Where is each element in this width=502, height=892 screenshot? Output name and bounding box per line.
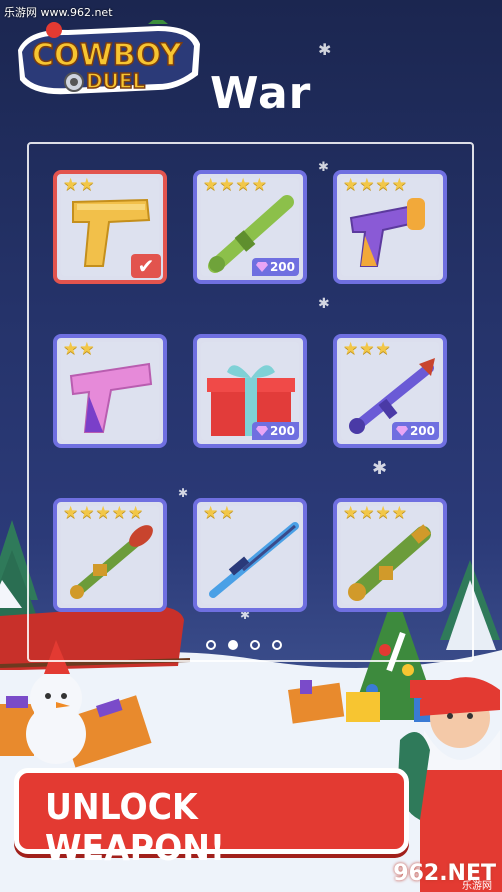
gem-icon — [255, 262, 268, 272]
snowflake-icon: ✱ — [318, 40, 332, 59]
star-icon: ★ — [95, 503, 111, 523]
checkmark-icon: ✔ — [131, 254, 161, 278]
star-icon: ★ — [219, 503, 235, 523]
price-badge: 200 — [251, 422, 299, 440]
price-badge: 200 — [391, 422, 439, 440]
page-indicator[interactable] — [206, 640, 282, 650]
star-icon: ★ — [203, 175, 219, 195]
page-title: War — [210, 68, 312, 119]
page-dot[interactable] — [206, 640, 216, 650]
star-rating: ★ ★ — [63, 177, 95, 194]
green-rpg-icon — [63, 520, 159, 604]
svg-text:COWBOY: COWBOY — [32, 38, 183, 73]
cowboy-duel-logo: COWBOY DUEL — [18, 20, 200, 95]
star-icon: ★ — [63, 339, 79, 359]
green-launcher-icon — [343, 520, 439, 604]
star-icon: ★ — [343, 503, 359, 523]
star-icon: ★ — [111, 503, 127, 523]
star-icon: ★ — [128, 503, 144, 523]
star-icon: ★ — [79, 339, 95, 359]
weapon-card[interactable]: ★ ★ ★ ★ — [333, 498, 447, 612]
star-rating: ★ ★ ★ ★ — [343, 505, 407, 522]
gem-icon — [255, 426, 268, 436]
pink-pistol-icon — [63, 356, 159, 440]
price-badge: 200 — [251, 258, 299, 276]
page-dot[interactable] — [272, 640, 282, 650]
blue-sniper-icon — [203, 520, 299, 604]
weapon-card[interactable]: 200 — [193, 334, 307, 448]
star-icon: ★ — [235, 175, 251, 195]
star-icon: ★ — [359, 339, 375, 359]
star-rating: ★ ★ ★ — [343, 341, 391, 358]
star-icon: ★ — [79, 175, 95, 195]
star-icon: ★ — [359, 175, 375, 195]
svg-text:DUEL: DUEL — [86, 69, 146, 93]
weapon-card[interactable]: ★ ★ ★ ★ — [333, 170, 447, 284]
unlock-weapon-button[interactable]: UNLOCK WEAPON! — [14, 768, 409, 869]
star-icon: ★ — [375, 175, 391, 195]
star-rating: ★ ★ ★ ★ — [343, 177, 407, 194]
page-dot[interactable] — [228, 640, 238, 650]
star-icon: ★ — [359, 503, 375, 523]
star-rating: ★ ★ — [203, 505, 235, 522]
price-value: 200 — [269, 260, 295, 274]
price-value: 200 — [269, 424, 295, 438]
price-value: 200 — [409, 424, 435, 438]
star-rating: ★ ★ ★ ★ ★ — [63, 505, 143, 522]
weapon-card[interactable]: ★ ★ — [53, 334, 167, 448]
star-rating: ★ ★ — [63, 341, 95, 358]
star-icon: ★ — [391, 175, 407, 195]
star-icon: ★ — [343, 175, 359, 195]
star-rating: ★ ★ ★ ★ — [203, 177, 267, 194]
star-icon: ★ — [79, 503, 95, 523]
star-icon: ★ — [391, 503, 407, 523]
page-dot[interactable] — [250, 640, 260, 650]
star-icon: ★ — [343, 339, 359, 359]
star-icon: ★ — [203, 503, 219, 523]
gem-icon — [395, 426, 408, 436]
star-icon: ★ — [219, 175, 235, 195]
star-icon: ★ — [375, 339, 391, 359]
star-icon: ★ — [251, 175, 267, 195]
star-icon: ★ — [375, 503, 391, 523]
brand-sub: 乐游网 — [462, 881, 492, 892]
weapon-card[interactable]: ★ ★ ★ 200 — [333, 334, 447, 448]
unlock-weapon-label: UNLOCK WEAPON! — [45, 787, 226, 869]
watermark-text: 乐游网 www.962.net — [4, 6, 113, 19]
weapon-card[interactable]: ★ ★ — [193, 498, 307, 612]
star-icon: ★ — [63, 503, 79, 523]
weapon-card[interactable]: ★ ★ ★ ★ ★ — [53, 498, 167, 612]
purple-revolver-icon — [343, 192, 439, 276]
weapon-card[interactable]: ★ ★ ★ ★ 200 — [193, 170, 307, 284]
weapon-card[interactable]: ★ ★ ✔ — [53, 170, 167, 284]
star-icon: ★ — [63, 175, 79, 195]
